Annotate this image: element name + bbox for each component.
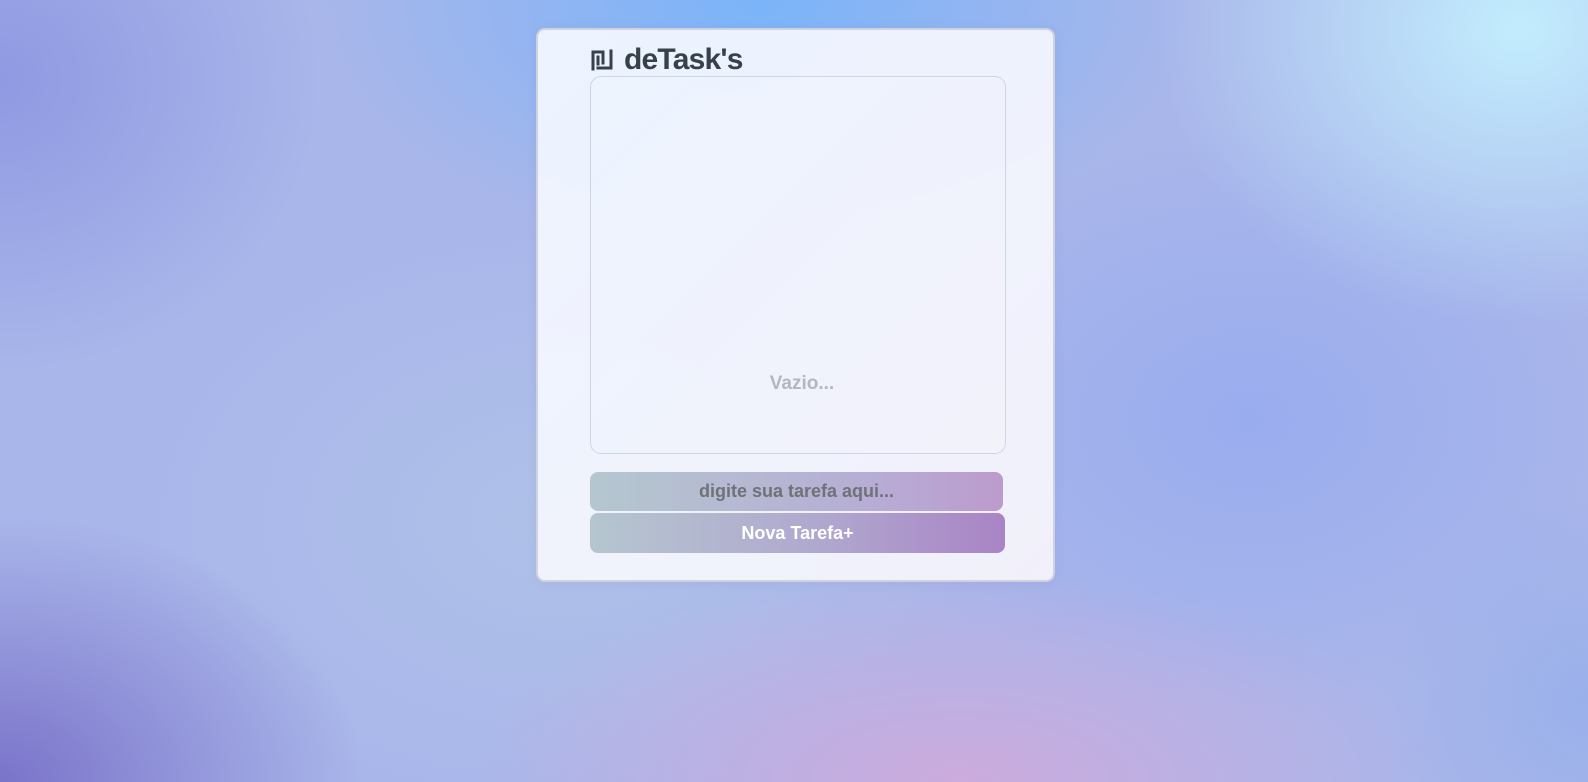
empty-state-text: Vazio... xyxy=(769,373,835,394)
shekel-icon xyxy=(591,49,613,71)
todo-card: deTask's Vazio... Nova Tarefa+ xyxy=(536,28,1055,582)
page-background: { "app": { "title": "deTask's", "logo_ic… xyxy=(0,0,1588,782)
new-task-button[interactable]: Nova Tarefa+ xyxy=(590,513,1005,553)
app-header: deTask's xyxy=(590,42,743,78)
task-input[interactable] xyxy=(590,472,1003,511)
app-title: deTask's xyxy=(624,43,743,76)
task-list: Vazio... xyxy=(590,76,1006,454)
